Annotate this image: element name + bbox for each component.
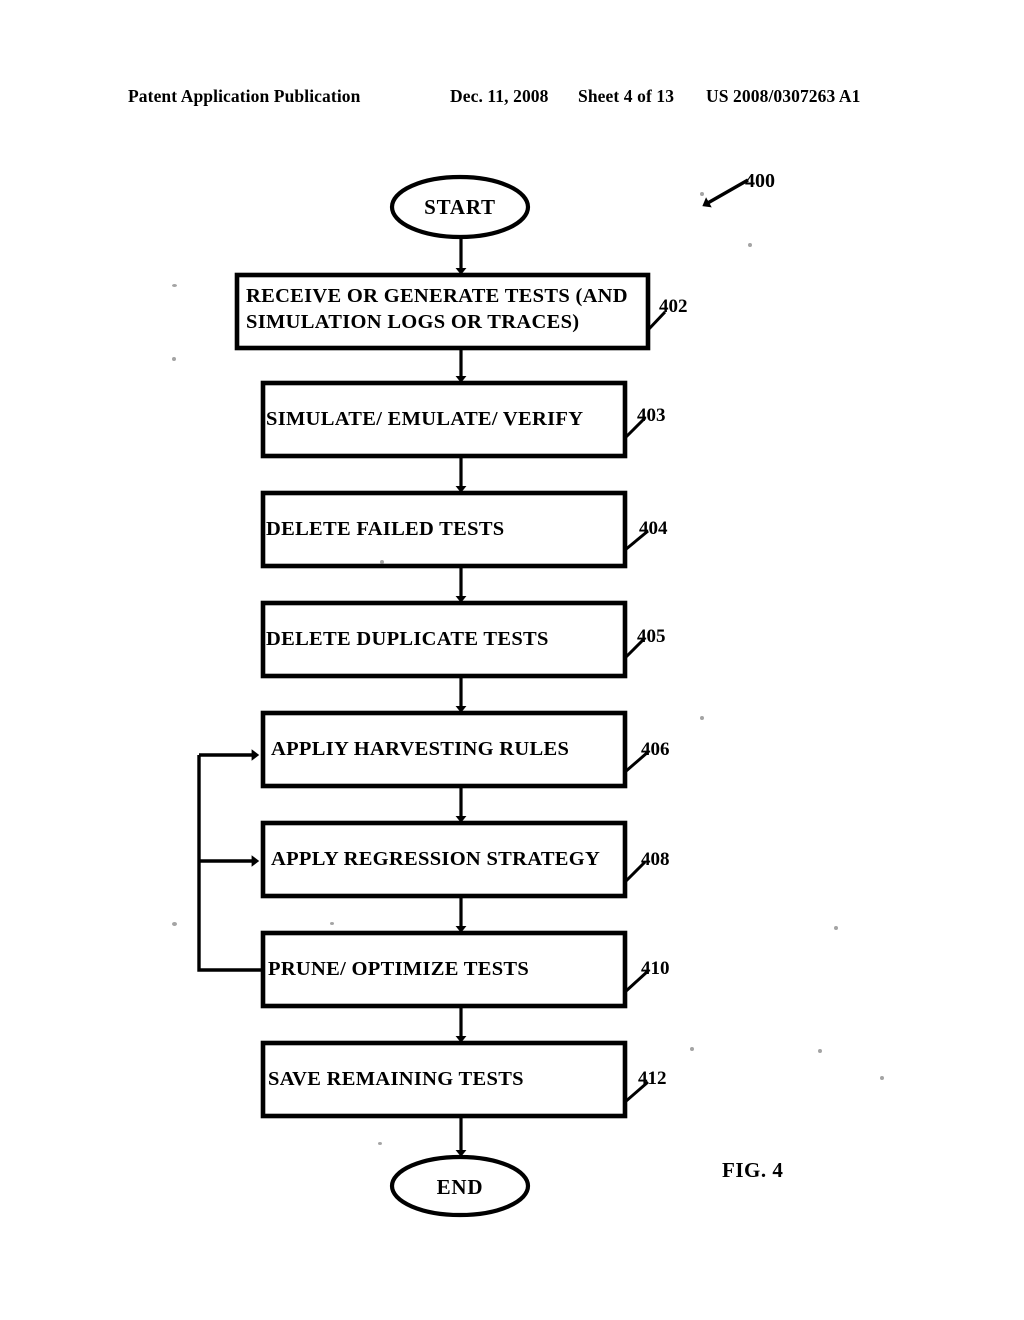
scan-speck [690, 1047, 694, 1051]
scan-speck [380, 560, 384, 564]
step-410-label: PRUNE/ OPTIMIZE TESTS [268, 958, 530, 980]
reference-numeral-402: 402 [659, 296, 688, 317]
scan-speck [172, 284, 177, 287]
scan-speck [172, 357, 176, 361]
scan-speck [748, 243, 752, 247]
reference-numeral-405: 405 [637, 626, 666, 647]
reference-numeral-412: 412 [638, 1068, 667, 1089]
scan-speck [700, 716, 704, 720]
figure-caption: FIG. 4 [722, 1158, 784, 1182]
step-402-label-line2: SIMULATION LOGS OR TRACES) [246, 311, 580, 333]
step-408-label: APPLY REGRESSION STRATEGY [271, 848, 601, 870]
scan-speck [818, 1049, 822, 1053]
reference-400-arrow [702, 178, 749, 208]
scan-speck [378, 1142, 382, 1145]
step-405-label: DELETE DUPLICATE TESTS [266, 628, 549, 650]
scan-speck [834, 926, 838, 930]
reference-numeral-406: 406 [641, 739, 670, 760]
scan-speck [172, 922, 177, 926]
step-404-label: DELETE FAILED TESTS [266, 518, 505, 540]
step-412-label: SAVE REMAINING TESTS [268, 1068, 524, 1090]
reference-numeral-404: 404 [639, 518, 668, 539]
reference-numeral-408: 408 [641, 849, 670, 870]
step-403-label: SIMULATE/ EMULATE/ VERIFY [266, 408, 584, 430]
start-terminal-label: START [424, 195, 496, 219]
scan-speck [880, 1076, 884, 1080]
step-406-label: APPLIY HARVESTING RULES [271, 738, 570, 760]
step-402-label-line1: RECEIVE OR GENERATE TESTS (AND [246, 285, 628, 307]
scan-speck [330, 922, 334, 925]
scan-speck [700, 192, 704, 196]
reference-numeral-410: 410 [641, 958, 670, 979]
figure-4-flowchart: START RECEIVE OR GENERATE TESTS (AND SIM… [0, 0, 1024, 1320]
reference-numeral-400: 400 [745, 170, 775, 192]
reference-numeral-403: 403 [637, 405, 666, 426]
end-terminal-label: END [436, 1175, 484, 1199]
